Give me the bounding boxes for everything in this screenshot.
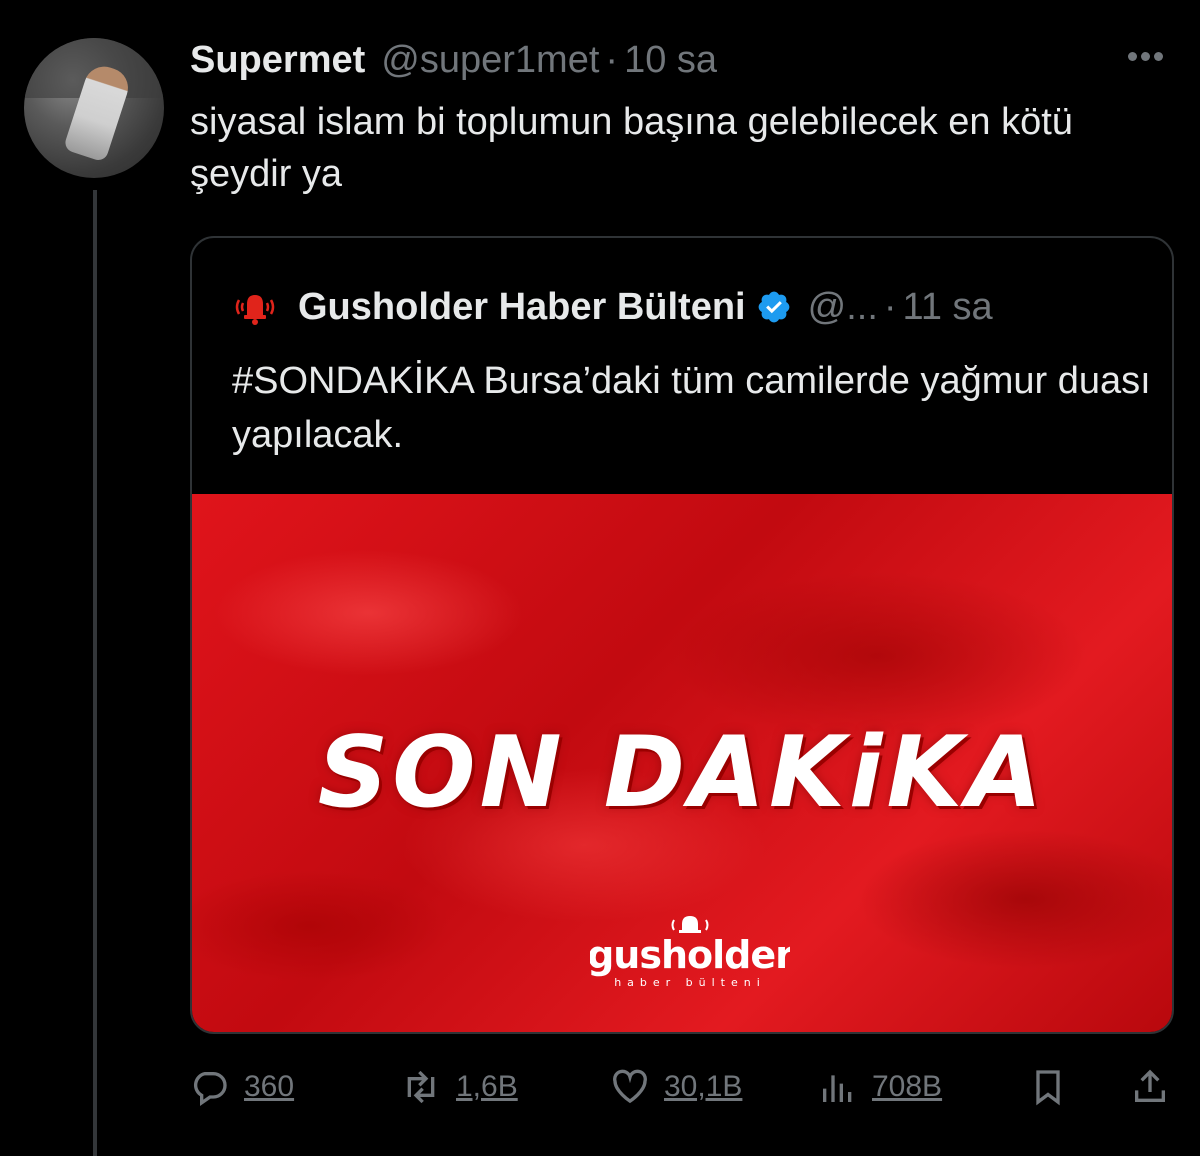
quoted-media-image[interactable]: SON DAKiKA gusholder haber bülteni — [192, 494, 1172, 1032]
gusholder-logo: gusholder haber bülteni — [590, 916, 790, 989]
share-button[interactable] — [1130, 1062, 1170, 1112]
quoted-author-name[interactable]: Gusholder Haber Bülteni — [298, 286, 746, 329]
more-dot — [1128, 52, 1137, 61]
quoted-timestamp[interactable]: 11 sa — [903, 286, 993, 329]
separator-dot: · — [883, 285, 897, 328]
media-headline: SON DAKiKA — [317, 716, 1047, 830]
like-icon — [613, 1069, 647, 1104]
like-count[interactable]: 30,1B — [664, 1070, 742, 1104]
tweet-timestamp[interactable]: 10 sa — [624, 39, 717, 82]
bookmark-icon — [1036, 1070, 1060, 1106]
svg-text:gusholder: gusholder — [590, 933, 790, 977]
author-handle[interactable]: @super1met — [381, 39, 599, 82]
reply-button[interactable]: 360 — [190, 1062, 294, 1112]
bookmark-button[interactable] — [1028, 1062, 1068, 1112]
like-button[interactable]: 30,1B — [610, 1062, 742, 1112]
more-dot — [1141, 52, 1150, 61]
more-dot — [1154, 52, 1163, 61]
quoted-author-handle[interactable]: @... — [808, 286, 878, 329]
views-button[interactable]: 708B — [818, 1062, 942, 1112]
more-icon[interactable] — [1128, 52, 1163, 61]
separator-dot: · — [605, 38, 619, 81]
verified-badge-icon — [758, 291, 789, 323]
thread-line — [93, 190, 97, 1156]
reply-icon — [193, 1072, 227, 1107]
tweet-actions: 360 1,6B 30,1B 708B — [190, 1062, 1180, 1112]
svg-text:haber bülteni: haber bülteni — [614, 976, 766, 989]
views-count[interactable]: 708B — [872, 1070, 942, 1104]
quoted-tweet[interactable]: Gusholder Haber Bülteni @... · 11 sa #SO… — [190, 236, 1174, 1034]
share-icon — [1135, 1069, 1165, 1102]
author-avatar[interactable] — [24, 38, 164, 178]
retweet-icon — [407, 1070, 435, 1104]
alarm-bell-icon[interactable] — [228, 280, 282, 334]
author-display-name[interactable]: Supermet — [190, 39, 365, 82]
retweet-count[interactable]: 1,6B — [456, 1070, 518, 1104]
retweet-button[interactable]: 1,6B — [400, 1062, 518, 1112]
reply-count[interactable]: 360 — [244, 1070, 294, 1104]
quoted-tweet-header: Gusholder Haber Bülteni @... · 11 sa — [228, 280, 993, 334]
views-icon — [823, 1075, 852, 1102]
quoted-tweet-text: #SONDAKİKA Bursa’daki tüm camilerde yağm… — [232, 360, 1151, 456]
tweet-text: siyasal islam bi toplumun başına gelebil… — [190, 101, 1073, 195]
tweet-header: Supermet @super1met · 10 sa — [190, 36, 717, 84]
